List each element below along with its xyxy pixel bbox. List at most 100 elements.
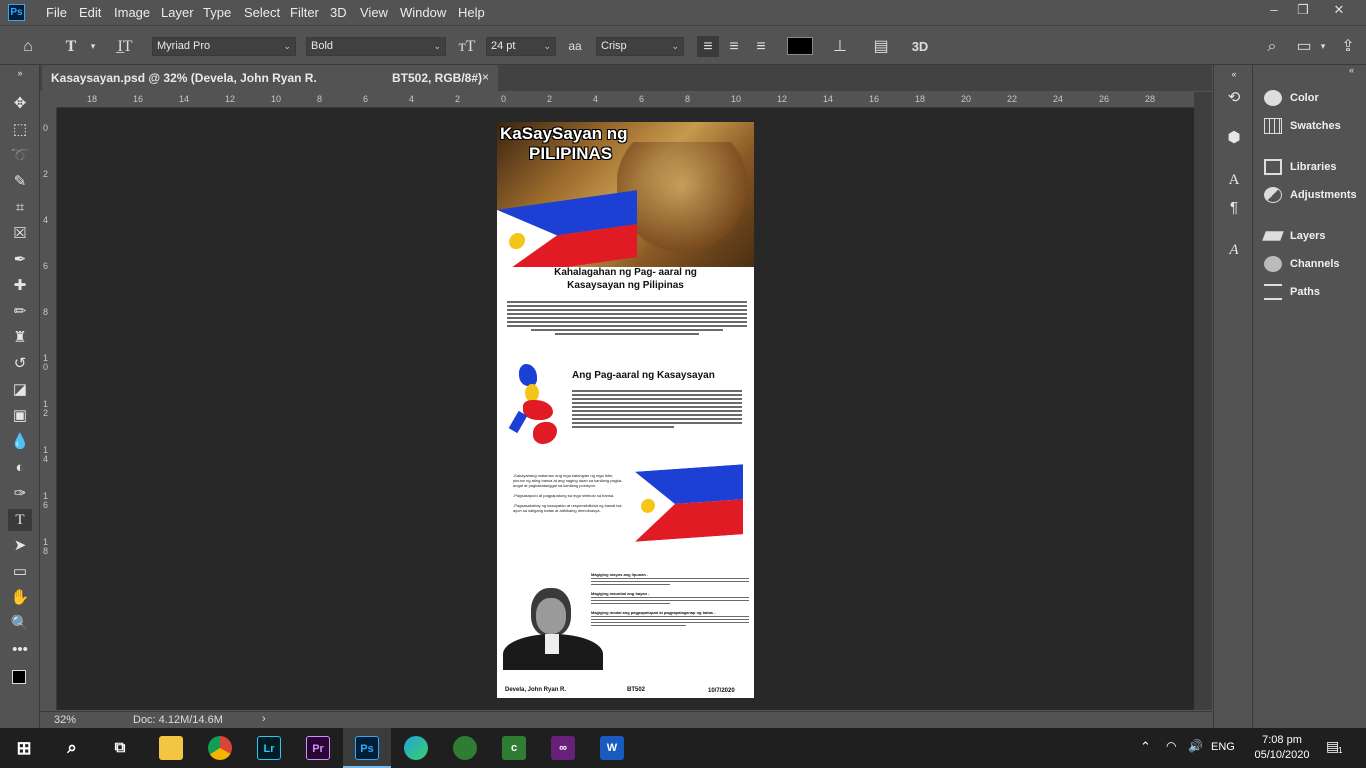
eyedropper-tool-icon[interactable]: ✒ (8, 249, 32, 271)
ruler-origin[interactable] (40, 92, 57, 108)
search-icon[interactable]: ⌕ (60, 736, 84, 760)
photoshop-logo-icon[interactable]: Ps (8, 4, 25, 21)
language-indicator[interactable]: ENG (1211, 741, 1235, 753)
lightroom-icon[interactable]: Lr (257, 736, 281, 760)
menu-filter[interactable]: Filter (290, 5, 319, 20)
move-tool-icon[interactable]: ✥ (8, 93, 32, 115)
more-tools-icon[interactable]: ••• (8, 639, 32, 661)
share-icon[interactable]: ⇪ (1337, 36, 1359, 57)
menu-help[interactable]: Help (458, 5, 485, 20)
photoshop-taskbar-icon[interactable]: Ps (355, 736, 379, 760)
menu-view[interactable]: View (360, 5, 388, 20)
character-panel-icon[interactable]: ▤ (870, 36, 892, 57)
menu-edit[interactable]: Edit (79, 5, 101, 20)
clock[interactable]: 7:08 pm 05/10/2020 (1252, 733, 1312, 763)
type-tool-icon[interactable]: T (8, 509, 32, 531)
quick-selection-tool-icon[interactable]: ✎ (8, 171, 32, 193)
code-editor-icon[interactable]: c (502, 736, 526, 760)
wifi-icon[interactable]: ◠ (1166, 739, 1176, 753)
menu-layer[interactable]: Layer (161, 5, 194, 20)
dodge-tool-icon[interactable]: ◐ (8, 457, 32, 479)
panel-color[interactable]: Color (1264, 88, 1319, 108)
menu-window[interactable]: Window (400, 5, 446, 20)
crop-tool-icon[interactable]: ⌗ (8, 197, 32, 219)
zoom-tool-icon[interactable]: 🔍 (8, 613, 32, 635)
glyphs-panel-icon[interactable]: A (1222, 239, 1246, 261)
panel-channels[interactable]: Channels (1264, 254, 1340, 274)
premiere-icon[interactable]: Pr (306, 736, 330, 760)
frame-tool-icon[interactable]: ☒ (8, 223, 32, 245)
panel-libraries[interactable]: Libraries (1264, 157, 1336, 177)
windows-start-icon[interactable]: ⊞ (12, 736, 36, 760)
edge-icon[interactable] (404, 736, 428, 760)
collapse-toolbar-icon[interactable]: » (8, 62, 32, 84)
character-panel-icon[interactable]: A (1222, 169, 1246, 191)
document-tab[interactable]: Kasaysayan.psd @ 32% (Devela, John Ryan … (42, 65, 498, 91)
marquee-tool-icon[interactable]: ⬚ (8, 119, 32, 141)
maps-icon[interactable] (453, 736, 477, 760)
home-icon[interactable]: ⌂ (17, 36, 39, 57)
ruler-tick-label: 12 (777, 94, 788, 104)
brush-tool-icon[interactable]: ✏ (8, 301, 32, 323)
gradient-tool-icon[interactable]: ▣ (8, 405, 32, 427)
rectangle-tool-icon[interactable]: ▭ (8, 561, 32, 583)
hand-tool-icon[interactable]: ✋ (8, 587, 32, 609)
lasso-tool-icon[interactable]: ➰ (8, 145, 32, 167)
align-right-icon[interactable]: ≡ (750, 36, 772, 57)
zoom-level[interactable]: 32% (54, 714, 76, 726)
search-icon[interactable]: ⌕ (1261, 36, 1283, 57)
menu-select[interactable]: Select (244, 5, 280, 20)
status-menu-arrow-icon[interactable]: › (262, 713, 266, 725)
pen-tool-icon[interactable]: ✑ (8, 483, 32, 505)
word-icon[interactable]: W (600, 736, 624, 760)
minimize-icon[interactable]: – (1263, 2, 1285, 20)
foreground-color-swatch[interactable] (12, 670, 26, 684)
section-heading-1: Kahalagahan ng Pag- aaral ng Kasaysayan … (497, 266, 754, 292)
warp-text-icon[interactable]: ⊥ (829, 36, 851, 57)
chevron-down-icon[interactable]: ▾ (1312, 36, 1334, 57)
heading1-line1: Kahalagahan ng Pag- aaral ng (554, 267, 697, 278)
paragraph-panel-icon[interactable]: ¶ (1222, 197, 1246, 219)
text-orientation-icon[interactable]: I̲T (114, 36, 136, 57)
close-tab-icon[interactable]: × (482, 70, 489, 84)
menu-3d[interactable]: 3D (330, 5, 347, 20)
panel-adjustments[interactable]: Adjustments (1264, 185, 1357, 205)
align-center-icon[interactable]: ≡ (723, 36, 745, 57)
chrome-icon[interactable] (208, 736, 232, 760)
panel-label: Color (1290, 92, 1319, 104)
volume-icon[interactable]: 🔊 (1188, 739, 1203, 753)
menu-type[interactable]: Type (203, 5, 231, 20)
menu-file[interactable]: File (46, 5, 67, 20)
file-explorer-icon[interactable] (159, 736, 183, 760)
align-left-icon[interactable]: ≡ (697, 36, 719, 57)
chevron-up-icon[interactable]: ⌃ (1140, 739, 1151, 755)
visual-studio-icon[interactable]: ∞ (551, 736, 575, 760)
collapse-icon[interactable]: « (1349, 65, 1354, 75)
font-size-select[interactable]: 24 pt ⌄ (486, 37, 556, 56)
chevron-down-icon[interactable]: ▾ (82, 36, 104, 57)
restore-icon[interactable]: ❐ (1292, 2, 1314, 20)
3d-panel-icon[interactable]: ⬢ (1222, 127, 1246, 149)
history-brush-tool-icon[interactable]: ↺ (8, 353, 32, 375)
collapse-panels-icon[interactable]: « (1222, 63, 1246, 85)
close-icon[interactable]: ✕ (1328, 2, 1350, 20)
document-page[interactable]: KaSaySayan ng PILIPINAS Kahalagahan ng P… (497, 122, 754, 698)
3d-button[interactable]: 3D (909, 36, 931, 57)
task-view-icon[interactable]: ⧉ (108, 736, 132, 760)
panel-layers[interactable]: Layers (1262, 226, 1325, 246)
history-panel-icon[interactable]: ⟲ (1222, 87, 1246, 109)
eraser-tool-icon[interactable]: ◪ (8, 379, 32, 401)
text-color-swatch[interactable] (787, 37, 813, 55)
font-family-select[interactable]: Myriad Pro ⌄ (152, 37, 296, 56)
path-selection-tool-icon[interactable]: ➤ (8, 535, 32, 557)
type-tool-preset-icon[interactable]: T (60, 36, 82, 57)
antialias-select[interactable]: Crisp ⌄ (596, 37, 684, 56)
menu-image[interactable]: Image (114, 5, 150, 20)
clone-stamp-tool-icon[interactable]: ♜ (8, 327, 32, 349)
font-style-select[interactable]: Bold ⌄ (306, 37, 446, 56)
panel-paths[interactable]: Paths (1264, 282, 1320, 302)
panel-swatches[interactable]: Swatches (1264, 116, 1341, 136)
blur-tool-icon[interactable]: 💧 (8, 431, 32, 453)
healing-brush-tool-icon[interactable]: ✚ (8, 275, 32, 297)
vertical-scrollbar[interactable] (1194, 92, 1212, 710)
